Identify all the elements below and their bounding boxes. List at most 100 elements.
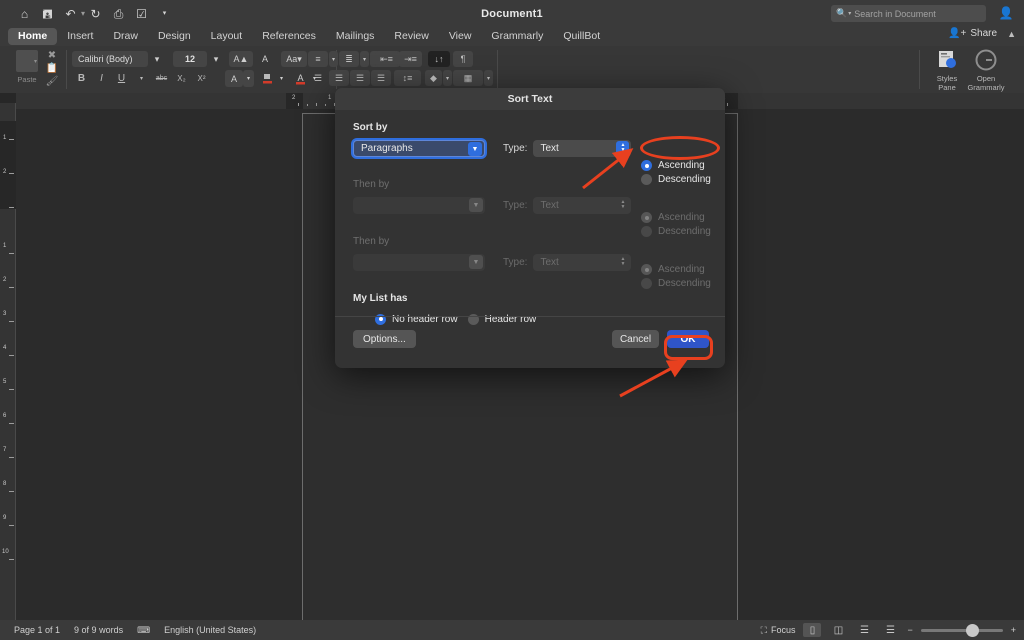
review-icon[interactable]: ☑ <box>131 4 152 23</box>
align-left-icon[interactable]: ☰ <box>308 70 328 86</box>
zoom-out-button[interactable]: − <box>907 625 912 635</box>
tab-design[interactable]: Design <box>148 28 201 45</box>
undo-icon[interactable]: ↶ <box>60 4 81 23</box>
tab-insert[interactable]: Insert <box>57 28 103 45</box>
borders-icon[interactable]: ▦ <box>453 70 483 86</box>
radio-ascending-icon[interactable] <box>641 264 652 275</box>
save-icon[interactable]: 🖪 <box>37 4 58 23</box>
cut-icon[interactable]: ✖ <box>44 49 60 62</box>
format-painter-icon[interactable]: 🖌 <box>44 75 60 88</box>
shading-icon[interactable]: ◆ <box>425 70 442 86</box>
line-spacing-icon[interactable]: ↕≡ <box>394 70 421 86</box>
tab-draw[interactable]: Draw <box>103 28 148 45</box>
radio-descending-icon[interactable] <box>641 278 652 289</box>
page-indicator[interactable]: Page 1 of 1 <box>14 625 60 635</box>
tab-references[interactable]: References <box>252 28 326 45</box>
search-dropdown-icon[interactable]: ▾ <box>848 10 851 17</box>
paste-button[interactable]: Paste <box>6 48 48 84</box>
then-by-2-type-select[interactable]: Text ▲ ▼ <box>533 253 632 271</box>
then-by-1-type-select[interactable]: Text ▲ ▼ <box>533 196 632 214</box>
draft-icon[interactable]: ☰ <box>881 623 899 637</box>
tab-layout[interactable]: Layout <box>201 28 253 45</box>
redo-icon[interactable]: ↻ <box>85 4 106 23</box>
tab-view[interactable]: View <box>439 28 482 45</box>
options-button[interactable]: Options... <box>353 330 416 348</box>
chevron-down-icon[interactable]: ▼ <box>469 198 483 212</box>
text-effects-dropdown-icon[interactable]: ▾ <box>243 70 254 87</box>
stepper-arrows-icon[interactable]: ▲ ▼ <box>616 141 630 155</box>
open-grammarly-button[interactable]: Open Grammarly <box>956 49 1016 92</box>
text-effects-icon[interactable]: A <box>225 70 243 87</box>
sort-by-descending-option[interactable]: Descending <box>641 174 711 185</box>
spellcheck-icon[interactable]: ⌨ <box>137 625 150 636</box>
borders-dropdown-icon[interactable]: ▾ <box>484 70 493 86</box>
radio-descending-icon[interactable] <box>641 226 652 237</box>
grow-font-icon[interactable]: A▲ <box>229 51 253 67</box>
chevron-down-icon[interactable]: ▼ <box>469 255 483 269</box>
zoom-slider[interactable] <box>920 623 1003 637</box>
copy-icon[interactable]: 📋 <box>44 62 60 75</box>
tab-grammarly[interactable]: Grammarly <box>481 28 553 45</box>
then-by-1-field-select[interactable]: ▼ <box>353 196 485 214</box>
web-layout-icon[interactable]: ◫ <box>829 623 847 637</box>
tab-review[interactable]: Review <box>384 28 438 45</box>
print-layout-icon[interactable]: ▯ <box>803 623 822 637</box>
change-case-icon[interactable]: Aa▾ <box>281 51 307 67</box>
radio-descending-icon[interactable] <box>641 174 652 185</box>
outline-icon[interactable]: ☰ <box>855 623 873 637</box>
share-button[interactable]: Share <box>970 28 997 39</box>
sort-button[interactable]: ↓↑ <box>428 51 450 67</box>
then-by-2-ascending-option[interactable]: Ascending <box>641 264 711 275</box>
language-indicator[interactable]: English (United States) <box>164 625 256 635</box>
sort-by-field-select[interactable]: Paragraphs ▼ <box>353 139 485 157</box>
subscript-button[interactable]: X₂ <box>172 70 191 87</box>
cancel-button[interactable]: Cancel <box>612 330 659 348</box>
numbering-icon[interactable]: ≣ <box>339 51 359 67</box>
ok-button[interactable]: OK <box>667 330 709 348</box>
highlight-color-icon[interactable] <box>258 70 276 87</box>
focus-button[interactable]: ⛶ Focus <box>761 625 796 636</box>
sort-by-type-select[interactable]: Text ▲ ▼ <box>533 139 632 157</box>
shading-dropdown-icon[interactable]: ▾ <box>443 70 452 86</box>
decrease-indent-icon[interactable]: ⇤≡ <box>375 51 398 67</box>
highlight-dropdown-icon[interactable]: ▾ <box>276 70 287 87</box>
vertical-ruler[interactable]: 1 2 1 2 3 4 5 6 7 8 9 10 <box>0 93 16 620</box>
underline-button[interactable]: U <box>112 70 131 87</box>
sort-by-ascending-option[interactable]: Ascending <box>641 160 711 171</box>
customize-toolbar-icon[interactable]: ▾ <box>154 4 175 23</box>
zoom-in-button[interactable]: + <box>1011 625 1016 635</box>
strikethrough-button[interactable]: abc <box>152 70 171 87</box>
paste-dropdown-icon[interactable]: ▾ <box>34 58 37 65</box>
search-box[interactable]: 🔍 ▾ Search in Document <box>831 5 986 22</box>
chevron-down-icon[interactable]: ▼ <box>468 142 482 156</box>
font-size-box[interactable]: 12 <box>173 51 207 67</box>
superscript-button[interactable]: X² <box>192 70 211 87</box>
increase-indent-icon[interactable]: ⇥≡ <box>399 51 422 67</box>
font-size-dropdown-icon[interactable]: ▾ <box>211 54 221 64</box>
bullets-icon[interactable]: ≡ <box>308 51 328 67</box>
font-color-icon[interactable]: A <box>291 70 309 87</box>
bold-button[interactable]: B <box>72 70 91 87</box>
shrink-font-icon[interactable]: A <box>254 51 276 67</box>
italic-button[interactable]: I <box>92 70 111 87</box>
stepper-arrows-icon[interactable]: ▲ ▼ <box>616 198 629 212</box>
radio-ascending-icon[interactable] <box>641 160 652 171</box>
tab-mailings[interactable]: Mailings <box>326 28 385 45</box>
word-count[interactable]: 9 of 9 words <box>74 625 123 635</box>
chevron-up-icon[interactable]: ▲ <box>1007 29 1016 39</box>
tab-quillbot[interactable]: QuillBot <box>553 28 610 45</box>
bullets-dropdown-icon[interactable]: ▾ <box>329 51 338 67</box>
justify-icon[interactable]: ☰ <box>371 70 391 86</box>
then-by-1-ascending-option[interactable]: Ascending <box>641 212 711 223</box>
zoom-slider-handle[interactable] <box>965 623 979 637</box>
then-by-1-descending-option[interactable]: Descending <box>641 226 711 237</box>
numbering-dropdown-icon[interactable]: ▾ <box>360 51 369 67</box>
then-by-2-descending-option[interactable]: Descending <box>641 278 711 289</box>
font-name-dropdown-icon[interactable]: ▾ <box>152 54 162 64</box>
align-right-icon[interactable]: ☰ <box>350 70 370 86</box>
tab-home[interactable]: Home <box>8 28 58 45</box>
show-formatting-marks-icon[interactable]: ¶ <box>453 51 473 67</box>
print-icon[interactable]: ⎙ <box>108 4 129 23</box>
radio-ascending-icon[interactable] <box>641 212 652 223</box>
font-name-box[interactable]: Calibri (Body) <box>72 51 148 67</box>
